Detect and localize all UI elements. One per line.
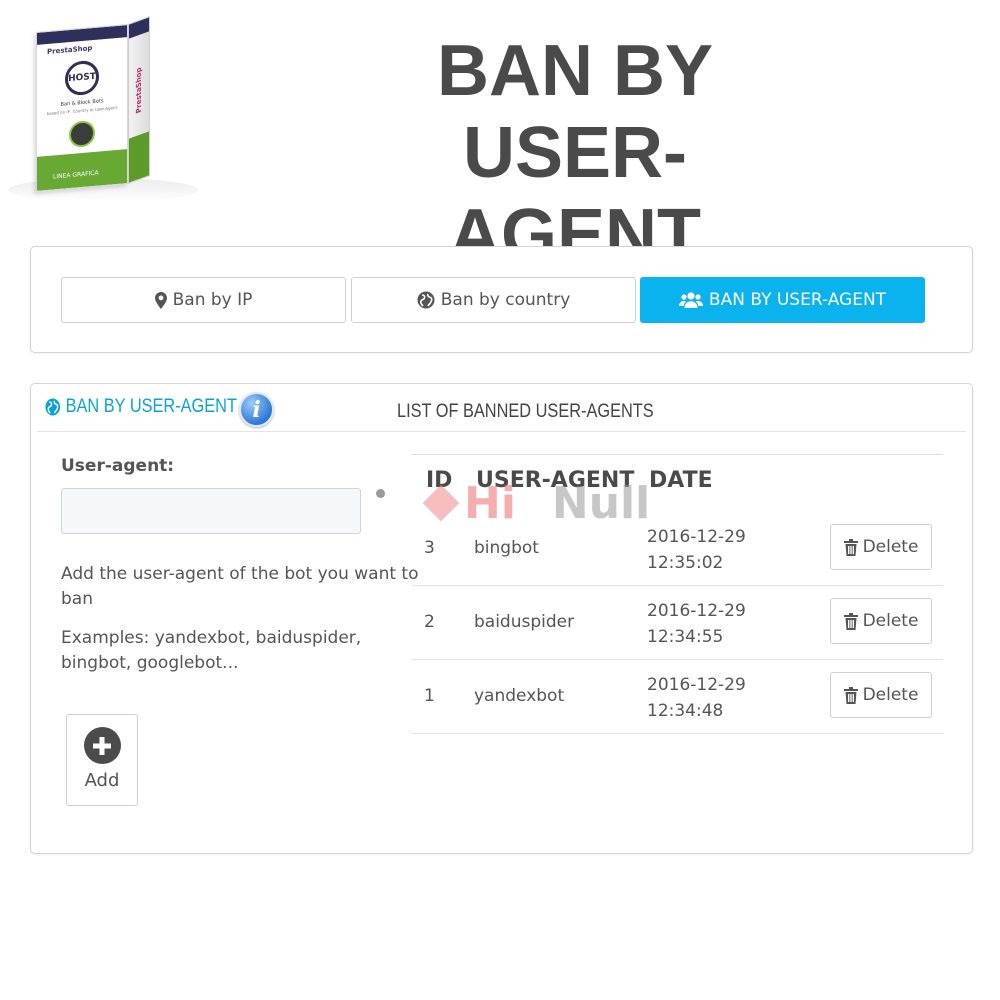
column-header-id: ID	[426, 468, 453, 493]
row-date: 2016-12-29 12:34:55	[647, 598, 767, 650]
row-id: 3	[424, 538, 435, 558]
avatar-icon	[69, 119, 95, 149]
row-id: 2	[424, 612, 435, 632]
trash-icon	[843, 612, 858, 630]
column-header-user-agent: USER-AGENT	[476, 468, 635, 493]
table-top-border	[412, 454, 943, 455]
row-user-agent: bingbot	[474, 538, 539, 558]
plus-circle-icon	[83, 727, 121, 764]
users-icon	[678, 291, 703, 309]
product-box-image: PrestaShop PrestaShop HOST Ban & Block B…	[0, 0, 200, 205]
row-date-day: 2016-12-29	[647, 675, 746, 695]
user-agent-input[interactable]	[61, 488, 361, 534]
panel-title-left-text: BAN BY USER-AGENT	[65, 396, 237, 417]
user-agent-label: User-agent:	[61, 456, 175, 476]
bullet-dot	[376, 489, 385, 498]
user-agent-help: Add the user-agent of the bot you want t…	[61, 564, 419, 609]
table-header: ID USER-AGENT DATE	[412, 468, 943, 508]
tab-ban-by-user-agent[interactable]: BAN BY USER-AGENT	[640, 277, 925, 323]
delete-button[interactable]: Delete	[830, 524, 932, 570]
user-agent-examples: Examples: yandexbot, baiduspider, bingbo…	[61, 628, 362, 673]
add-button[interactable]: Add	[66, 714, 138, 806]
host-logo-icon: HOST	[65, 59, 99, 97]
table-row: 1 yandexbot 2016-12-29 12:34:48 Delete	[412, 660, 943, 734]
globe-icon	[45, 398, 61, 416]
panel-title-left: BAN BY USER-AGENT	[45, 396, 237, 418]
info-icon[interactable]: i	[239, 392, 274, 427]
tab-ban-by-user-agent-label: BAN BY USER-AGENT	[708, 290, 887, 310]
tab-ban-by-country-label: Ban by country	[440, 290, 571, 310]
row-user-agent: yandexbot	[474, 686, 565, 706]
table-row: 2 baiduspider 2016-12-29 12:34:55 Delete	[412, 586, 943, 660]
box-side-brand: PrestaShop	[135, 66, 143, 115]
row-id: 1	[424, 686, 435, 706]
page-title-line1: BAN BY	[436, 31, 713, 111]
row-date: 2016-12-29 12:34:48	[647, 672, 767, 724]
panel-header: BAN BY USER-AGENT i LIST OF BANNED USER-…	[37, 390, 966, 432]
box-side: PrestaShop	[128, 15, 150, 185]
banned-list-title: LIST OF BANNED USER-AGENTS	[397, 401, 654, 422]
row-date-day: 2016-12-29	[647, 601, 746, 621]
row-date-time: 12:34:48	[647, 701, 724, 721]
table-row: 3 bingbot 2016-12-29 12:35:02 Delete	[412, 512, 943, 586]
delete-button[interactable]: Delete	[830, 672, 932, 718]
trash-icon	[843, 538, 858, 556]
ban-by-user-agent-panel: BAN BY USER-AGENT i LIST OF BANNED USER-…	[30, 383, 973, 854]
box-side-top	[129, 17, 149, 39]
box-footer: LINEA GRAFICA	[37, 149, 127, 191]
add-button-label: Add	[84, 770, 120, 791]
delete-button[interactable]: Delete	[830, 598, 932, 644]
tab-ban-by-ip-label: Ban by IP	[172, 290, 253, 310]
delete-button-label: Delete	[862, 611, 919, 631]
box-side-bottom	[129, 131, 149, 183]
box-front: PrestaShop HOST Ban & Block Bots based o…	[36, 23, 128, 193]
trash-icon	[843, 686, 858, 704]
tab-ban-by-ip[interactable]: Ban by IP	[61, 277, 346, 323]
row-date-day: 2016-12-29	[647, 527, 746, 547]
delete-button-label: Delete	[862, 537, 919, 557]
row-date-time: 12:34:55	[647, 627, 724, 647]
page-title: BAN BY USER-AGENT	[340, 30, 810, 276]
row-user-agent: baiduspider	[474, 612, 575, 632]
column-header-date: DATE	[649, 468, 713, 493]
row-date-time: 12:35:02	[647, 553, 724, 573]
tab-ban-by-country[interactable]: Ban by country	[351, 277, 636, 323]
delete-button-label: Delete	[862, 685, 919, 705]
row-date: 2016-12-29 12:35:02	[647, 524, 767, 576]
map-marker-icon	[154, 291, 167, 309]
tabs-panel: Ban by IP Ban by country BAN BY USER-AGE…	[30, 246, 973, 353]
globe-icon	[417, 291, 435, 309]
